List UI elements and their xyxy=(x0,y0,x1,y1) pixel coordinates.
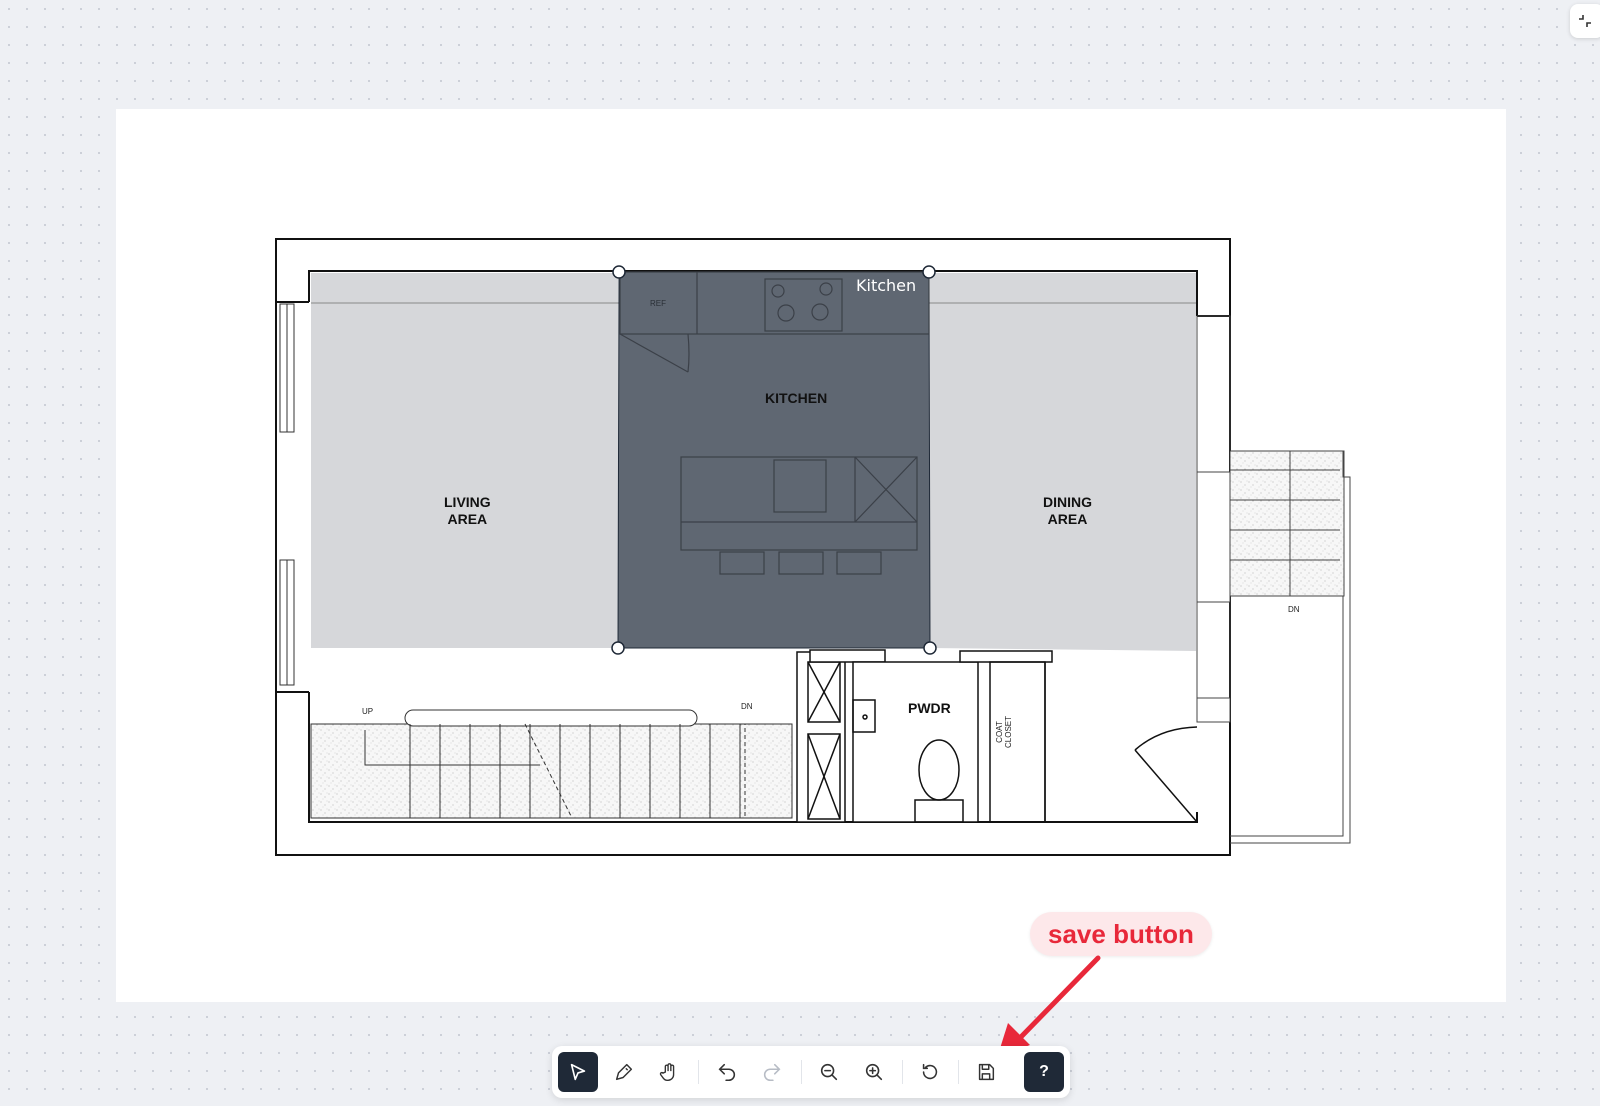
toolbar-divider xyxy=(902,1060,903,1084)
draw-tool-button[interactable] xyxy=(604,1052,644,1092)
stairs-up-label: UP xyxy=(362,707,374,716)
interior-walls xyxy=(796,649,1053,823)
dining-area-region xyxy=(930,273,1196,651)
pen-icon xyxy=(615,1063,633,1081)
stairs-down-label: DN xyxy=(741,702,753,711)
save-button-callout: save button xyxy=(1030,912,1212,956)
undo-button[interactable] xyxy=(707,1052,747,1092)
save-button[interactable] xyxy=(966,1052,1006,1092)
dining-area-label: DINING AREA xyxy=(1043,494,1092,527)
collapse-icon xyxy=(1579,15,1591,27)
bottom-toolbar: ? xyxy=(552,1046,1070,1098)
living-area-label: LIVING AREA xyxy=(444,494,491,527)
left-windows xyxy=(279,303,295,686)
redo-button[interactable] xyxy=(752,1052,792,1092)
select-tool-button[interactable] xyxy=(558,1052,598,1092)
ref-label: REF xyxy=(650,299,666,308)
undo-icon xyxy=(718,1063,736,1082)
entry-door xyxy=(1134,726,1198,823)
porch xyxy=(1196,315,1351,844)
toolbar-divider xyxy=(958,1060,959,1084)
zoom-out-icon xyxy=(820,1063,838,1081)
exit-fullscreen-button[interactable] xyxy=(1570,4,1600,38)
pointer-icon xyxy=(570,1063,586,1081)
living-area-region xyxy=(311,273,618,648)
zoom-out-button[interactable] xyxy=(809,1052,849,1092)
redo-icon xyxy=(763,1063,781,1082)
pan-tool-button[interactable] xyxy=(649,1052,689,1092)
floorplan-drawing xyxy=(275,238,1351,856)
powder-room-label: PWDR xyxy=(908,700,951,716)
stairs xyxy=(310,709,793,819)
zoom-in-icon xyxy=(865,1063,883,1081)
toolbar-divider xyxy=(698,1060,699,1084)
save-icon xyxy=(978,1063,995,1081)
help-button[interactable]: ? xyxy=(1024,1052,1064,1092)
porch-down-label: DN xyxy=(1288,605,1300,614)
hand-icon xyxy=(659,1063,675,1081)
kitchen-room-label: KITCHEN xyxy=(765,390,828,406)
coat-closet-label: COAT CLOSET xyxy=(995,715,1013,748)
toolbar-divider xyxy=(801,1060,802,1084)
kitchen-polygon-label: Kitchen xyxy=(856,276,917,295)
reset-view-button[interactable] xyxy=(910,1052,950,1092)
zoom-in-button[interactable] xyxy=(854,1052,894,1092)
reset-icon xyxy=(922,1063,938,1080)
